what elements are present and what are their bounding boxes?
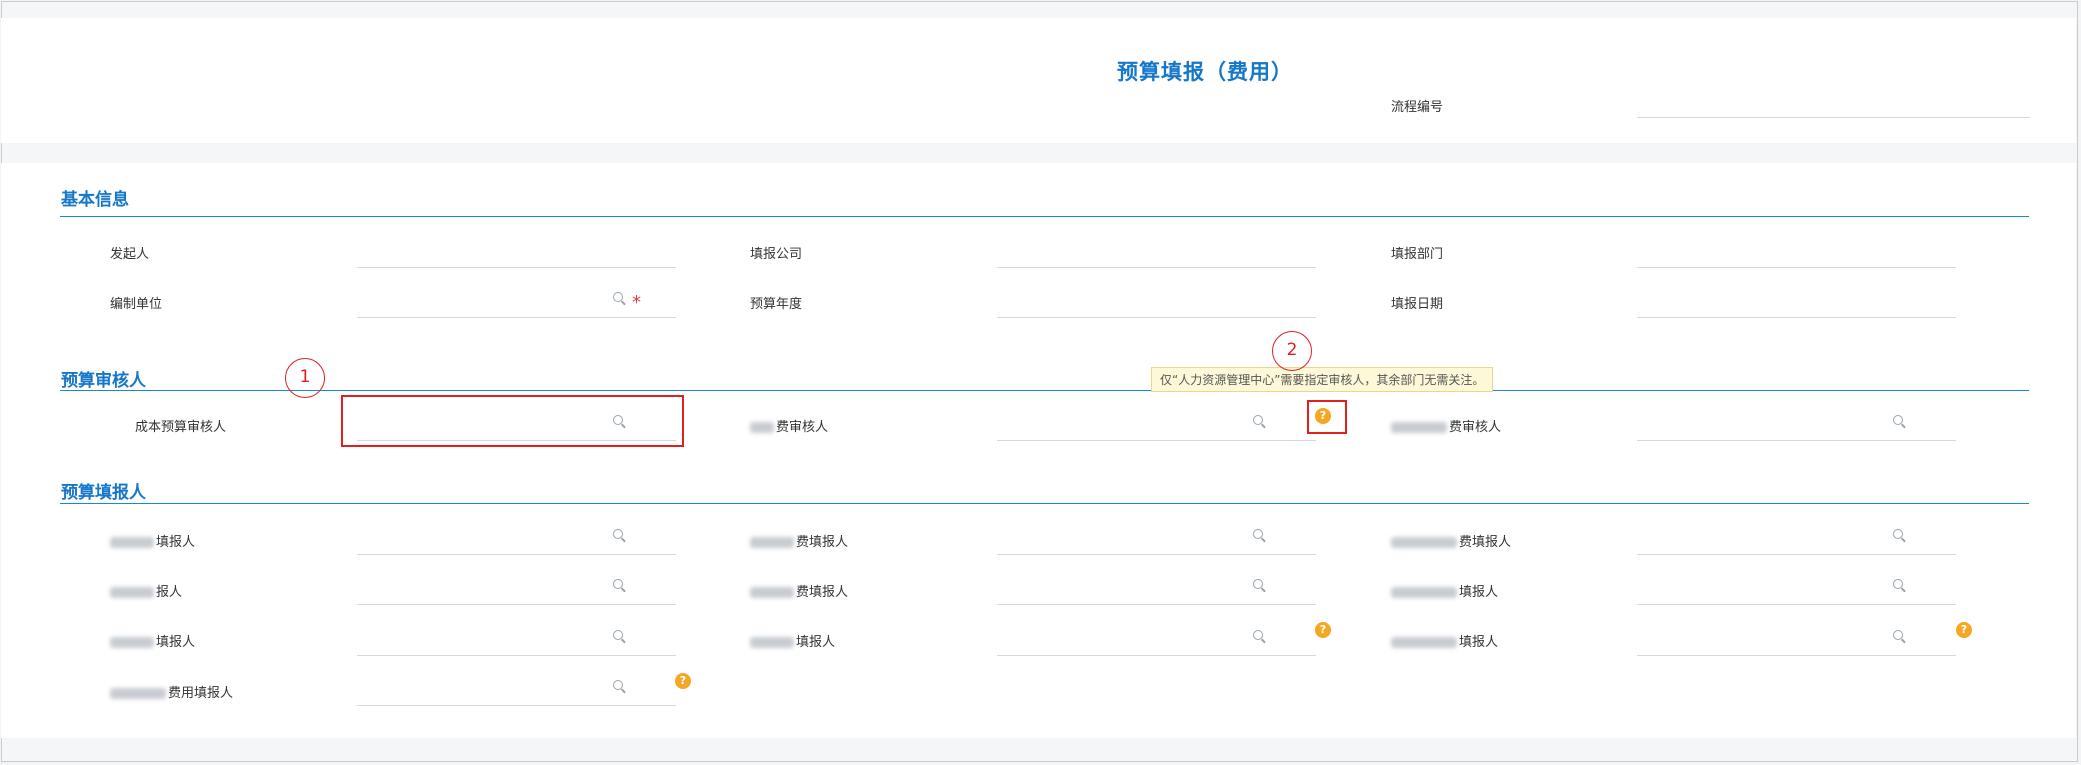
fee-reviewer-2-field[interactable] — [1637, 405, 1956, 441]
filler-2-label-text: 费填报人 — [796, 535, 849, 550]
blurred-text — [1391, 422, 1447, 433]
search-icon[interactable] — [1253, 579, 1263, 589]
help-icon[interactable]: ? — [1956, 622, 1972, 638]
filler-5-label: 费填报人 — [750, 581, 848, 600]
filler-9-field[interactable] — [1637, 620, 1956, 656]
search-icon[interactable] — [1893, 529, 1903, 539]
section-divider — [60, 216, 2029, 217]
company-field[interactable] — [997, 232, 1316, 268]
filler-8-label: 填报人 — [750, 631, 835, 650]
filler-6-field[interactable] — [1637, 569, 1956, 605]
process-no-field[interactable] — [1637, 82, 2030, 118]
initiator-label: 发起人 — [110, 247, 150, 262]
filler-7-field[interactable] — [357, 620, 676, 656]
filler-7-label: 填报人 — [110, 631, 195, 650]
callout-highlight-box — [1307, 400, 1347, 434]
date-field[interactable] — [1637, 282, 1956, 318]
fee-reviewer-2-label: 费审核人 — [1391, 416, 1501, 435]
filler-7-label-text: 填报人 — [156, 635, 196, 650]
blurred-text — [750, 537, 794, 548]
filler-3-field[interactable] — [1637, 519, 1956, 555]
blurred-text — [110, 587, 154, 598]
filler-9-label-text: 填报人 — [1459, 635, 1499, 650]
unit-field[interactable] — [357, 282, 676, 318]
section-divider — [60, 390, 2029, 391]
section-title-reviewers: 预算审核人 — [61, 371, 146, 391]
section-title-basic-info: 基本信息 — [61, 190, 129, 210]
initiator-field[interactable] — [357, 232, 676, 268]
fee-reviewer-1-field[interactable] — [997, 405, 1316, 441]
search-icon[interactable] — [613, 630, 623, 640]
filler-8-field[interactable] — [997, 620, 1316, 656]
search-icon[interactable] — [613, 292, 623, 302]
fee-reviewer-1-label-text: 费审核人 — [776, 420, 829, 435]
filler-2-field[interactable] — [997, 519, 1316, 555]
search-icon[interactable] — [613, 680, 623, 690]
blurred-text — [110, 537, 154, 548]
search-icon[interactable] — [1893, 415, 1903, 425]
blurred-text — [110, 688, 166, 699]
filler-1-field[interactable] — [357, 519, 676, 555]
unit-label: 编制单位 — [110, 297, 163, 312]
search-icon[interactable] — [1893, 630, 1903, 640]
filler-1-label-text: 填报人 — [156, 535, 196, 550]
blurred-text — [750, 422, 774, 433]
search-icon[interactable] — [1253, 630, 1263, 640]
filler-1-label: 填报人 — [110, 531, 195, 550]
page-title: 预算填报（费用） — [1117, 60, 1293, 84]
department-label: 填报部门 — [1391, 247, 1444, 262]
year-label: 预算年度 — [750, 297, 803, 312]
callout-number: 1 — [285, 358, 325, 398]
fee-reviewer-1-label: 费审核人 — [750, 416, 828, 435]
filler-10-label: 费用填报人 — [110, 682, 233, 701]
blurred-text — [750, 587, 794, 598]
filler-6-label: 填报人 — [1391, 581, 1498, 600]
fee-reviewer-2-label-text: 费审核人 — [1449, 420, 1502, 435]
callout-number: 2 — [1272, 331, 1312, 371]
filler-4-label: 报人 — [110, 581, 182, 600]
help-tooltip: 仅“人力资源管理中心”需要指定审核人，其余部门无需关注。 — [1151, 367, 1494, 392]
blurred-text — [750, 637, 794, 648]
search-icon[interactable] — [1253, 415, 1263, 425]
section-title-fillers: 预算填报人 — [61, 483, 146, 503]
blurred-text — [1391, 537, 1457, 548]
filler-8-label-text: 填报人 — [796, 635, 836, 650]
filler-3-label: 费填报人 — [1391, 531, 1511, 550]
process-no-label: 流程编号 — [1391, 100, 1444, 115]
search-icon[interactable] — [1893, 579, 1903, 589]
section-divider — [60, 503, 2029, 504]
filler-5-label-text: 费填报人 — [796, 585, 849, 600]
year-field[interactable] — [997, 282, 1316, 318]
filler-5-field[interactable] — [997, 569, 1316, 605]
search-icon[interactable] — [613, 529, 623, 539]
company-label: 填报公司 — [750, 247, 803, 262]
filler-2-label: 费填报人 — [750, 531, 848, 550]
cost-reviewer-label: 成本预算审核人 — [135, 420, 227, 435]
date-label: 填报日期 — [1391, 297, 1444, 312]
filler-4-label-text: 报人 — [156, 585, 183, 600]
filler-6-label-text: 填报人 — [1459, 585, 1499, 600]
callout-highlight-box — [341, 395, 684, 447]
filler-4-field[interactable] — [357, 569, 676, 605]
search-icon[interactable] — [613, 579, 623, 589]
help-icon[interactable]: ? — [675, 673, 691, 689]
blurred-text — [110, 637, 154, 648]
filler-9-label: 填报人 — [1391, 631, 1498, 650]
filler-10-label-text: 费用填报人 — [168, 686, 234, 701]
filler-3-label-text: 费填报人 — [1459, 535, 1512, 550]
department-field[interactable] — [1637, 232, 1956, 268]
required-asterisk: * — [632, 292, 641, 313]
search-icon[interactable] — [1253, 529, 1263, 539]
help-icon[interactable]: ? — [1315, 622, 1331, 638]
blurred-text — [1391, 587, 1457, 598]
header-panel — [1, 18, 2076, 143]
filler-10-field[interactable] — [357, 670, 676, 706]
blurred-text — [1391, 637, 1457, 648]
